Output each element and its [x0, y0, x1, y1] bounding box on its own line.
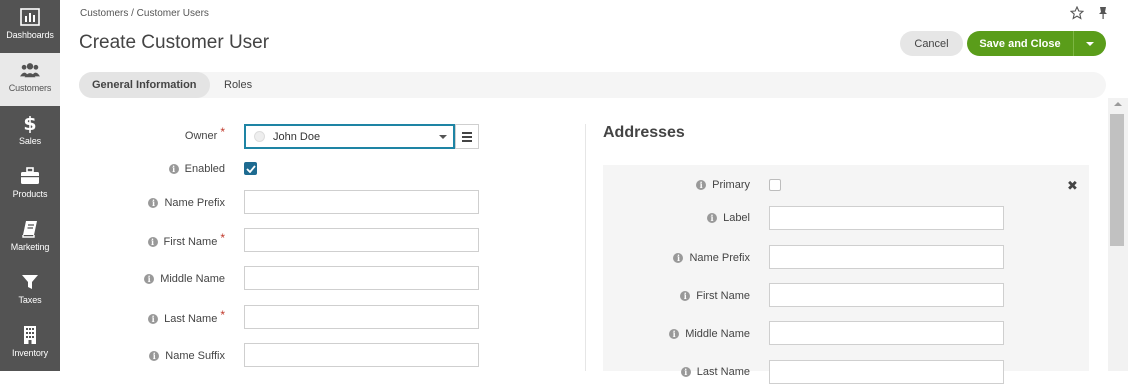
- address-first-name-input[interactable]: [769, 283, 1004, 307]
- sidebar-item-dashboards[interactable]: Dashboards: [0, 0, 60, 53]
- middle-name-label: i Middle Name: [144, 273, 225, 285]
- name-suffix-label: i Name Suffix: [149, 350, 225, 362]
- svg-text:$: $: [23, 113, 36, 133]
- tab-roles[interactable]: Roles: [211, 72, 265, 98]
- address-middle-name-input[interactable]: [769, 321, 1004, 345]
- star-icon[interactable]: [1070, 6, 1084, 20]
- dollar-icon: $: [20, 113, 40, 133]
- book-icon: [20, 219, 40, 239]
- tab-bar: General Information Roles: [79, 72, 1106, 98]
- remove-address-close-icon[interactable]: ✖: [1067, 178, 1078, 194]
- first-name-input[interactable]: [244, 228, 479, 252]
- header-actions: [1070, 6, 1110, 20]
- required-marker: *: [220, 125, 225, 139]
- bar-chart-icon: [20, 7, 40, 27]
- info-icon[interactable]: i: [144, 274, 155, 284]
- cancel-button[interactable]: Cancel: [900, 31, 963, 56]
- briefcase-icon: [20, 166, 40, 186]
- avatar: [254, 131, 265, 142]
- users-icon: [20, 60, 40, 80]
- info-icon[interactable]: i: [669, 329, 680, 339]
- info-icon[interactable]: i: [696, 180, 707, 190]
- building-icon: [20, 325, 40, 345]
- required-marker: *: [220, 231, 225, 245]
- info-icon[interactable]: i: [707, 213, 718, 223]
- owner-selected-value: John Doe: [273, 130, 321, 143]
- addresses-heading: Addresses: [603, 124, 685, 141]
- sidebar-item-label: Inventory: [11, 348, 49, 358]
- info-icon[interactable]: i: [680, 291, 691, 301]
- sidebar-item-inventory[interactable]: Inventory: [0, 318, 60, 371]
- main-sidebar: Dashboards Customers $ Sales Products Ma…: [0, 0, 60, 371]
- address-last-name-label: i Last Name: [680, 366, 750, 378]
- owner-select[interactable]: John Doe: [244, 124, 455, 149]
- first-name-label: i First Name *: [147, 231, 225, 249]
- name-prefix-label: i Name Prefix: [148, 197, 225, 209]
- name-suffix-input[interactable]: [244, 343, 479, 367]
- address-middle-name-label: i Middle Name: [669, 328, 750, 340]
- info-icon[interactable]: i: [149, 351, 160, 361]
- tab-general-information[interactable]: General Information: [79, 72, 210, 98]
- info-icon[interactable]: i: [147, 237, 158, 247]
- name-prefix-input[interactable]: [244, 190, 479, 214]
- address-name-prefix-label: i Name Prefix: [673, 252, 750, 264]
- info-icon[interactable]: i: [148, 314, 159, 324]
- info-icon[interactable]: i: [673, 253, 684, 263]
- last-name-label: i Last Name *: [148, 308, 225, 326]
- info-icon[interactable]: i: [148, 198, 159, 208]
- address-first-name-label: i First Name: [680, 290, 750, 302]
- info-icon[interactable]: i: [680, 367, 691, 377]
- owner-label: Owner *: [184, 125, 225, 142]
- chevron-down-icon: [1086, 41, 1094, 46]
- sidebar-item-products[interactable]: Products: [0, 159, 60, 212]
- sidebar-item-marketing[interactable]: Marketing: [0, 212, 60, 265]
- save-and-close-button[interactable]: Save and Close: [967, 31, 1073, 56]
- sidebar-item-label: Dashboards: [6, 30, 54, 40]
- owner-list-button[interactable]: [455, 124, 479, 149]
- sidebar-item-label: Customers: [8, 83, 52, 93]
- sidebar-item-label: Products: [12, 189, 48, 199]
- chevron-down-icon: [439, 135, 447, 139]
- scroll-thumb[interactable]: [1110, 114, 1124, 246]
- address-name-prefix-input[interactable]: [769, 245, 1004, 269]
- required-marker: *: [220, 308, 225, 322]
- info-icon[interactable]: i: [168, 164, 179, 174]
- address-primary-checkbox[interactable]: [769, 179, 781, 191]
- sidebar-item-taxes[interactable]: Taxes: [0, 265, 60, 318]
- enabled-label: i Enabled: [168, 163, 225, 175]
- breadcrumb[interactable]: Customers / Customer Users: [80, 8, 209, 19]
- page-title: Create Customer User: [79, 32, 270, 53]
- check-icon: [245, 164, 256, 173]
- address-last-name-input[interactable]: [769, 360, 1004, 384]
- scroll-up-arrow-icon[interactable]: [1114, 102, 1122, 106]
- column-divider: [585, 124, 586, 371]
- middle-name-input[interactable]: [244, 266, 479, 290]
- sidebar-item-label: Marketing: [10, 242, 50, 252]
- sidebar-item-label: Taxes: [18, 295, 42, 305]
- filter-icon: [20, 272, 40, 292]
- sidebar-item-sales[interactable]: $ Sales: [0, 106, 60, 159]
- enabled-checkbox[interactable]: [244, 162, 257, 175]
- address-label-input[interactable]: [769, 206, 1004, 230]
- address-primary-label: i Primary: [696, 179, 750, 191]
- pin-icon[interactable]: [1096, 6, 1110, 20]
- save-options-toggle[interactable]: [1073, 31, 1106, 56]
- sidebar-item-customers[interactable]: Customers: [0, 53, 60, 106]
- last-name-input[interactable]: [244, 305, 479, 329]
- vertical-scrollbar[interactable]: [1108, 98, 1128, 371]
- sidebar-item-label: Sales: [18, 136, 41, 146]
- hamburger-icon: [462, 131, 472, 134]
- address-label-label: i Label: [707, 212, 750, 224]
